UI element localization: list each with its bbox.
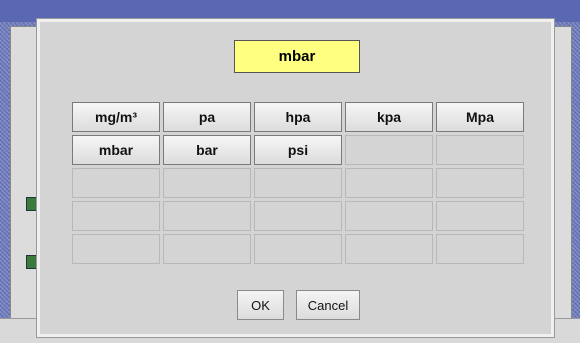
unit-slot-empty	[345, 201, 433, 231]
unit-button-kpa[interactable]: kpa	[345, 102, 433, 132]
unit-slot-empty	[163, 234, 251, 264]
unit-slot-empty	[345, 234, 433, 264]
unit-button-hpa[interactable]: hpa	[254, 102, 342, 132]
cancel-button[interactable]: Cancel	[296, 290, 360, 320]
unit-grid: mg/m³ pa hpa kpa Mpa mbar bar psi	[72, 102, 527, 267]
unit-button-bar[interactable]: bar	[163, 135, 251, 165]
unit-slot-empty	[72, 234, 160, 264]
unit-row: mg/m³ pa hpa kpa Mpa	[72, 102, 527, 135]
unit-slot-empty	[436, 201, 524, 231]
unit-button-mpa[interactable]: Mpa	[436, 102, 524, 132]
unit-row	[72, 201, 527, 234]
unit-slot-empty	[72, 168, 160, 198]
selected-unit-display: mbar	[234, 40, 360, 73]
unit-selection-dialog: mbar mg/m³ pa hpa kpa Mpa mbar bar psi O…	[37, 19, 554, 337]
unit-slot-empty	[254, 168, 342, 198]
unit-slot-empty	[345, 168, 433, 198]
unit-button-psi[interactable]: psi	[254, 135, 342, 165]
unit-slot-empty	[436, 234, 524, 264]
unit-slot-empty	[163, 201, 251, 231]
unit-row	[72, 234, 527, 267]
ok-button[interactable]: OK	[237, 290, 284, 320]
unit-slot-empty	[436, 135, 524, 165]
unit-button-pa[interactable]: pa	[163, 102, 251, 132]
unit-row: mbar bar psi	[72, 135, 527, 168]
unit-slot-empty	[163, 168, 251, 198]
unit-button-mg-m3[interactable]: mg/m³	[72, 102, 160, 132]
unit-row	[72, 168, 527, 201]
unit-slot-empty	[254, 234, 342, 264]
unit-slot-empty	[345, 135, 433, 165]
unit-slot-empty	[254, 201, 342, 231]
unit-button-mbar[interactable]: mbar	[72, 135, 160, 165]
unit-slot-empty	[436, 168, 524, 198]
unit-slot-empty	[72, 201, 160, 231]
